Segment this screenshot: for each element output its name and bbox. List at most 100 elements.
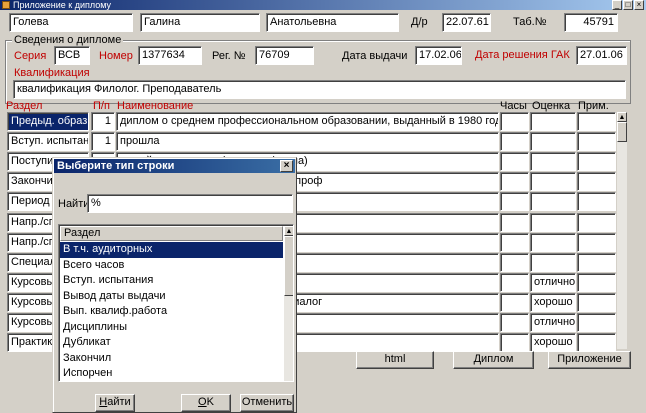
- note-cell[interactable]: [577, 192, 616, 212]
- list-scrollbar[interactable]: ▲: [284, 226, 293, 381]
- list-header: Раздел: [60, 226, 283, 241]
- series-field[interactable]: ВСВ: [54, 46, 90, 65]
- first-name-field[interactable]: Галина: [140, 13, 260, 32]
- maximize-icon[interactable]: □: [623, 0, 633, 10]
- list-item[interactable]: Вступ. испытания: [60, 273, 283, 289]
- grade-cell[interactable]: отлично: [530, 272, 576, 292]
- note-cell[interactable]: [577, 232, 616, 252]
- hours-cell[interactable]: [500, 192, 529, 212]
- col-header-note: Прим.: [578, 100, 609, 112]
- close-icon[interactable]: ×: [634, 0, 644, 10]
- number-field[interactable]: 1377634: [138, 46, 202, 65]
- grade-cell[interactable]: [530, 192, 576, 212]
- grade-cell[interactable]: хорошо: [530, 292, 576, 312]
- scroll-thumb[interactable]: [617, 122, 627, 142]
- grade-cell[interactable]: [530, 212, 576, 232]
- patronymic-field[interactable]: Анатольевна: [266, 13, 399, 32]
- note-cell[interactable]: [577, 272, 616, 292]
- tab-no-label: Таб.№: [513, 16, 547, 28]
- note-cell[interactable]: [577, 252, 616, 272]
- grade-cell[interactable]: [530, 232, 576, 252]
- find-label: Найти: [58, 198, 90, 210]
- list-item[interactable]: Испорчен: [60, 366, 283, 381]
- grade-cell[interactable]: [530, 252, 576, 272]
- name-cell[interactable]: диплом о среднем профессиональном образо…: [116, 112, 499, 132]
- select-row-type-dialog: Выберите тип строки × Найти % Раздел В т…: [52, 157, 297, 413]
- hours-cell[interactable]: [500, 132, 529, 152]
- qualification-field[interactable]: квалификация Филолог. Преподаватель: [13, 80, 626, 99]
- dob-field[interactable]: 22.07.61: [442, 13, 491, 32]
- note-cell[interactable]: [577, 333, 616, 353]
- html-button[interactable]: html: [356, 351, 434, 369]
- list-item[interactable]: Дисциплины: [60, 320, 283, 336]
- list-item[interactable]: В т.ч. аудиторных: [60, 242, 283, 258]
- grade-cell[interactable]: хорошо: [530, 333, 576, 353]
- find-button[interactable]: Найти: [95, 394, 135, 412]
- find-button-rest: айти: [107, 396, 131, 408]
- note-cell[interactable]: [577, 172, 616, 192]
- hours-cell[interactable]: [500, 272, 529, 292]
- list-item[interactable]: Вывод даты выдачи: [60, 289, 283, 305]
- hours-cell[interactable]: [500, 252, 529, 272]
- hours-cell[interactable]: [500, 333, 529, 353]
- issue-date-label: Дата выдачи: [342, 50, 408, 62]
- grade-cell[interactable]: отлично: [530, 313, 576, 333]
- cancel-button[interactable]: Отменить: [240, 394, 294, 412]
- hours-cell[interactable]: [500, 292, 529, 312]
- list-scroll-thumb[interactable]: [284, 236, 293, 296]
- list-scroll-up-icon[interactable]: ▲: [284, 226, 293, 236]
- num-cell[interactable]: 1: [91, 112, 115, 132]
- section-cell[interactable]: Вступ. испытани: [7, 132, 89, 152]
- hours-cell[interactable]: [500, 112, 529, 132]
- diploma-button[interactable]: Диплом: [453, 351, 534, 369]
- last-name-field[interactable]: Голева: [9, 13, 133, 32]
- hours-cell[interactable]: [500, 152, 529, 172]
- ok-button-hotkey: O: [198, 396, 207, 408]
- grade-cell[interactable]: [530, 172, 576, 192]
- gak-date-label: Дата решения ГАК: [475, 49, 570, 61]
- num-cell[interactable]: 1: [91, 132, 115, 152]
- hours-cell[interactable]: [500, 172, 529, 192]
- list-item[interactable]: Вып. квалиф.работа: [60, 304, 283, 320]
- note-cell[interactable]: [577, 292, 616, 312]
- qualification-label: Квалификация: [14, 67, 90, 79]
- issue-date-field[interactable]: 17.02.06: [415, 46, 462, 65]
- tab-no-field[interactable]: 45791: [564, 13, 618, 32]
- note-cell[interactable]: [577, 132, 616, 152]
- ok-button[interactable]: OK: [181, 394, 231, 412]
- section-cell[interactable]: Предыд. образ.: [7, 112, 89, 132]
- dialog-close-icon[interactable]: ×: [280, 160, 293, 172]
- list-item[interactable]: Дубликат: [60, 335, 283, 351]
- list-item[interactable]: Всего часов: [60, 258, 283, 274]
- row-type-list[interactable]: Раздел В т.ч. аудиторных Всего часов Вступ…: [58, 224, 294, 382]
- hours-cell[interactable]: [500, 313, 529, 333]
- list-item[interactable]: Закончил: [60, 351, 283, 367]
- grade-cell[interactable]: [530, 132, 576, 152]
- dob-label: Д/р: [411, 16, 428, 28]
- dialog-title: Выберите тип строки: [57, 160, 175, 172]
- col-header-name: Наименование: [117, 100, 194, 112]
- window-titlebar: Приложение к диплому _ □ ×: [0, 0, 646, 10]
- hours-cell[interactable]: [500, 232, 529, 252]
- grade-cell[interactable]: [530, 152, 576, 172]
- diploma-group-title: Сведения о дипломе: [12, 33, 124, 47]
- name-cell[interactable]: прошла: [116, 132, 499, 152]
- minimize-icon[interactable]: _: [612, 0, 622, 10]
- note-cell[interactable]: [577, 112, 616, 132]
- hours-cell[interactable]: [500, 212, 529, 232]
- scroll-up-icon[interactable]: ▲: [617, 112, 627, 122]
- supplement-button[interactable]: Приложение: [548, 351, 631, 369]
- ok-button-rest: K: [206, 396, 214, 408]
- note-cell[interactable]: [577, 212, 616, 232]
- gak-date-field[interactable]: 27.01.06: [576, 46, 627, 65]
- col-header-grade: Оценка: [532, 100, 571, 112]
- reg-field[interactable]: 76709: [255, 46, 314, 65]
- dialog-titlebar: Выберите тип строки ×: [54, 159, 295, 173]
- grade-cell[interactable]: [530, 112, 576, 132]
- col-header-hours: Часы: [500, 100, 527, 112]
- table-scrollbar[interactable]: ▲: [617, 112, 627, 349]
- find-input[interactable]: %: [87, 194, 293, 213]
- note-cell[interactable]: [577, 313, 616, 333]
- note-cell[interactable]: [577, 152, 616, 172]
- window-title: Приложение к диплому: [13, 0, 112, 10]
